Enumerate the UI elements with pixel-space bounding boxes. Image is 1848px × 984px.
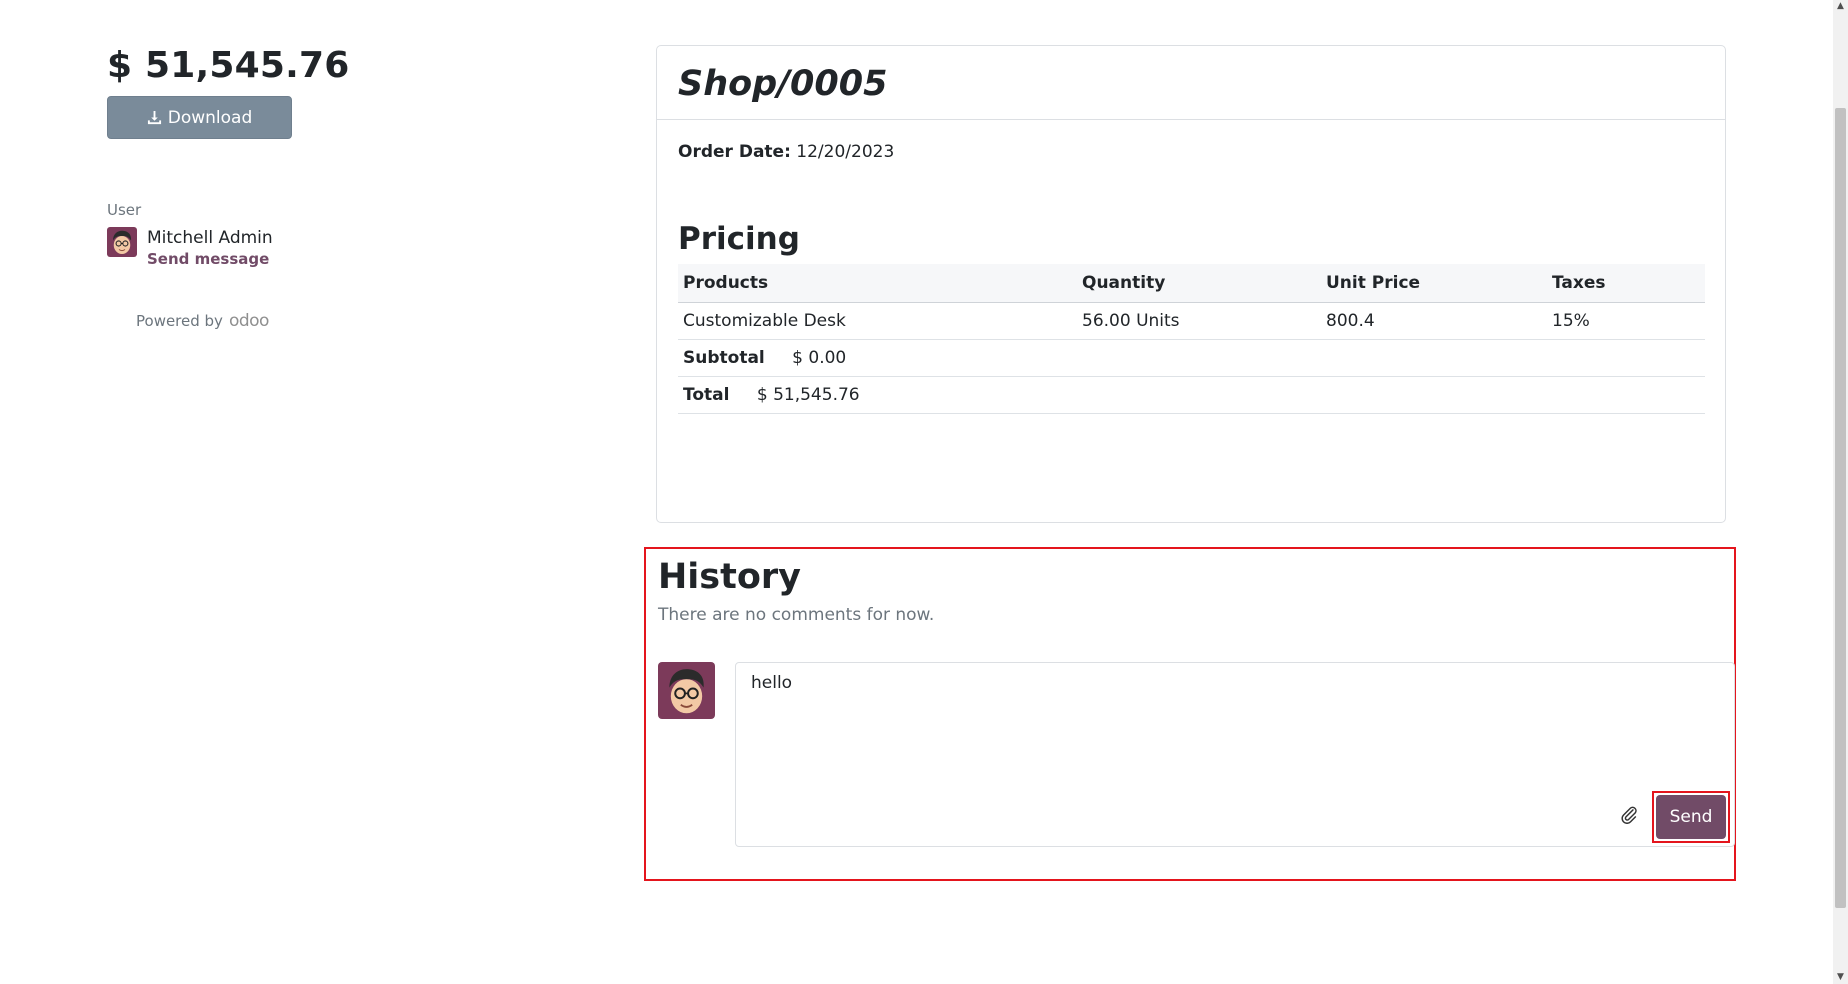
line-product: Customizable Desk [678, 302, 1077, 340]
order-date-value: 12/20/2023 [796, 142, 895, 162]
powered-by-label: Powered by [136, 312, 223, 330]
order-sidebar: $ 51,545.76 Download User Mitchell Admin [107, 44, 387, 331]
send-message-link[interactable]: Send message [147, 249, 269, 269]
history-section: History There are no comments for now. h… [644, 547, 1736, 881]
paperclip-icon[interactable] [1620, 806, 1638, 824]
subtotal-row: Subtotal $ 0.00 [678, 339, 1705, 377]
composer-box: hello Send [735, 662, 1735, 847]
composer-avatar [658, 662, 715, 719]
scrollbar-thumb[interactable] [1835, 108, 1846, 908]
column-header-taxes: Taxes [1547, 264, 1705, 303]
user-row: Mitchell Admin Send message [107, 227, 387, 269]
order-name: Shop/0005 [678, 64, 888, 104]
column-header-unit-price: Unit Price [1321, 264, 1547, 303]
download-button[interactable]: Download [107, 96, 292, 139]
column-header-quantity: Quantity [1077, 264, 1321, 303]
scroll-down-arrow-icon[interactable]: ▼ [1836, 973, 1845, 982]
no-comments-text: There are no comments for now. [658, 605, 935, 625]
subtotal-value: $ 0.00 [792, 347, 847, 368]
pricing-title: Pricing [678, 221, 800, 257]
line-quantity: 56.00 Units [1077, 302, 1321, 340]
column-header-products: Products [678, 264, 1077, 303]
total-label: Total [683, 384, 730, 405]
send-button-highlight: Send [1652, 791, 1730, 843]
line-taxes: 15% [1547, 302, 1705, 340]
history-title: History [658, 557, 801, 597]
send-button[interactable]: Send [1656, 795, 1726, 839]
download-label: Download [167, 107, 253, 128]
total-row: Total $ 51,545.76 [678, 376, 1705, 414]
user-name: Mitchell Admin [147, 228, 273, 248]
odoo-logo[interactable]: odoo [229, 311, 270, 331]
total-value: $ 51,545.76 [756, 384, 860, 405]
order-date-label: Order Date: [678, 142, 791, 162]
line-unit-price: 800.4 [1321, 302, 1547, 340]
comment-input[interactable]: hello [736, 663, 1734, 846]
order-card-body: Order Date: 12/20/2023 Pricing Products … [657, 120, 1725, 414]
powered-by: Powered by odoo [136, 311, 387, 331]
download-icon [147, 110, 162, 125]
order-card: Shop/0005 Order Date: 12/20/2023 Pricing… [656, 45, 1726, 523]
table-header-row: Products Quantity Unit Price Taxes [678, 264, 1705, 303]
order-date: Order Date: 12/20/2023 [678, 142, 1704, 162]
table-row: Customizable Desk 56.00 Units 800.4 15% [678, 302, 1705, 340]
vertical-scrollbar[interactable]: ▲ ▼ [1833, 0, 1848, 984]
scroll-up-arrow-icon[interactable]: ▲ [1836, 2, 1845, 11]
order-lines-table: Products Quantity Unit Price Taxes Custo… [678, 264, 1705, 414]
user-avatar [107, 227, 137, 257]
comment-composer: hello Send [658, 662, 1735, 847]
subtotal-label: Subtotal [683, 347, 765, 368]
order-card-header: Shop/0005 [657, 46, 1725, 120]
user-label: User [107, 201, 142, 219]
order-amount: $ 51,545.76 [107, 45, 350, 86]
